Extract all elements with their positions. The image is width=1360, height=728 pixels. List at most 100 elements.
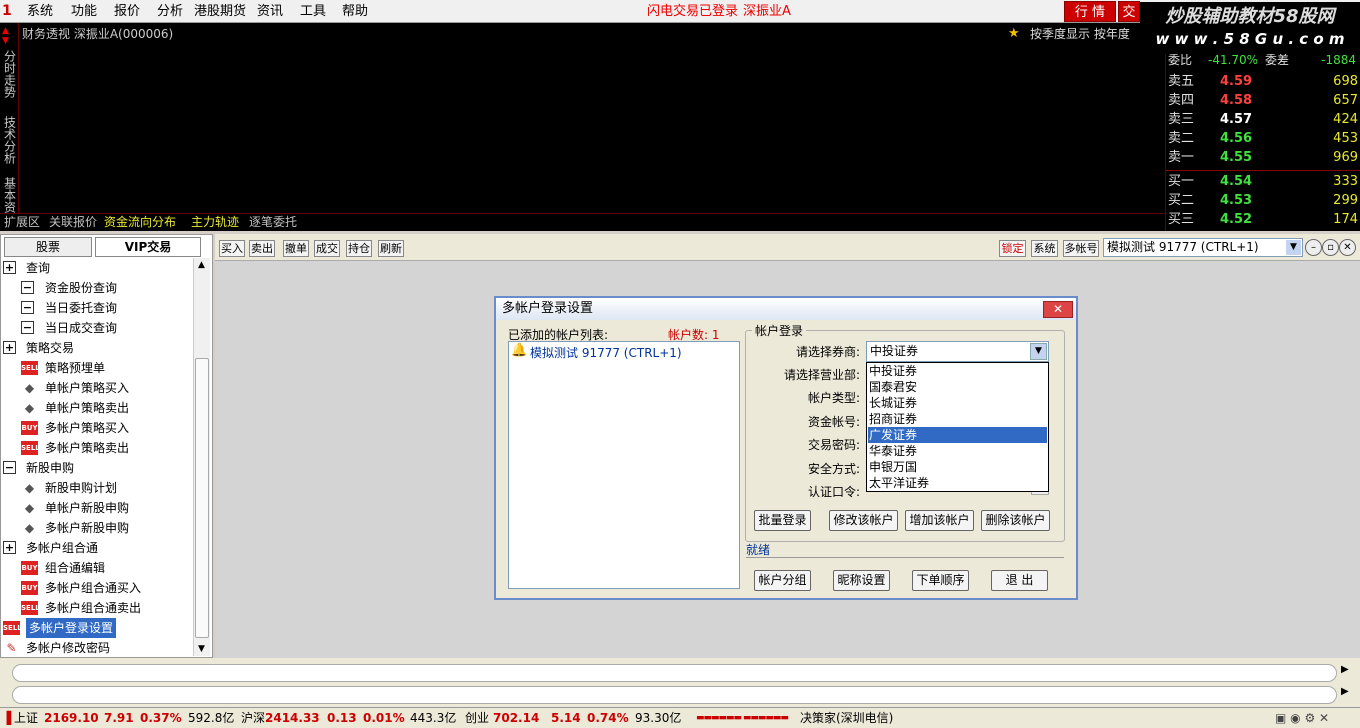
menu-news[interactable]: 资讯 — [257, 3, 283, 21]
tree-item[interactable]: SELL 多帐户组合通卖出 — [3, 598, 191, 618]
orderbook-row[interactable]: 卖二 4.56 453 — [1168, 129, 1358, 148]
account-select[interactable]: 模拟测试 91777 (CTRL+1) ▼ — [1103, 238, 1303, 257]
tree-item[interactable]: BUY 多帐户策略买入 — [3, 418, 191, 438]
orderbook-row[interactable]: 卖四 4.58 657 — [1168, 91, 1358, 110]
menu-hk-futures[interactable]: 港股期货 — [194, 3, 246, 21]
orderbook-row[interactable]: 卖三 4.57 424 — [1168, 110, 1358, 129]
tree-item[interactable]: ✎ 多帐户修改密码 — [3, 638, 191, 658]
trade-mode-button[interactable]: 交 — [1118, 1, 1140, 22]
message-input-1[interactable] — [12, 664, 1337, 682]
tray-icons[interactable]: ▣ ◉ ⚙ ✕ — [1275, 708, 1329, 728]
edit-account-button[interactable]: 修改该帐户 — [829, 510, 898, 531]
scroll-right-icon-2[interactable]: ▶ — [1341, 686, 1349, 697]
tree-item[interactable]: ◆ 多帐户新股申购 — [3, 518, 191, 538]
delete-account-button[interactable]: 删除该帐户 — [981, 510, 1050, 531]
cancel-order-button[interactable]: 撤单 — [283, 240, 309, 257]
menu-function[interactable]: 功能 — [71, 3, 97, 21]
tree-item[interactable]: SELL 多帐户策略卖出 — [3, 438, 191, 458]
broker-option[interactable]: 招商证券 — [868, 411, 1047, 427]
tree-expander-icon[interactable]: + — [3, 261, 16, 274]
multi-account-button[interactable]: 多帐号 — [1063, 240, 1099, 257]
broker-select[interactable]: 中投证券 ▼ — [866, 341, 1049, 362]
tree-item[interactable]: BUY 组合通编辑 — [3, 558, 191, 578]
chevron-down-icon[interactable]: ▼ — [1286, 240, 1301, 255]
menu-tools[interactable]: 工具 — [300, 3, 326, 21]
account-group-button[interactable]: 帐户分组 — [754, 570, 811, 591]
tree-item[interactable]: ◆ 单帐户新股申购 — [3, 498, 191, 518]
tab-main-force[interactable]: 主力轨迹 — [191, 214, 239, 230]
tree-item[interactable]: BUY 多帐户组合通买入 — [3, 578, 191, 598]
season-display-toggle[interactable]: 按季度显示 按年度 — [1030, 26, 1130, 42]
tree-item[interactable]: + 多帐户组合通 — [3, 538, 191, 558]
tree-scrollbar[interactable]: ▲ ▼ — [193, 258, 210, 656]
broker-option[interactable]: 中投证券 — [868, 363, 1047, 379]
exit-button[interactable]: 退 出 — [991, 570, 1048, 591]
tab-extension[interactable]: 扩展区 — [4, 214, 40, 230]
nickname-button[interactable]: 昵称设置 — [833, 570, 890, 591]
dialog-close-icon[interactable]: ✕ — [1043, 301, 1073, 318]
deals-button[interactable]: 成交 — [314, 240, 340, 257]
tree-item[interactable]: ◆ 单帐户策略卖出 — [3, 398, 191, 418]
order-sequence-button[interactable]: 下单顺序 — [912, 570, 969, 591]
refresh-button[interactable]: 刷新 — [378, 240, 404, 257]
restore-icon[interactable]: ▫ — [1322, 239, 1339, 256]
broker-option[interactable]: 国泰君安 — [868, 379, 1047, 395]
account-list-item[interactable]: 模拟测试 91777 (CTRL+1) — [530, 344, 682, 361]
tree-item[interactable]: SELL 策略预埋单 — [3, 358, 191, 378]
vtab-fundamental[interactable]: 基本资 — [1, 177, 17, 213]
tree-item[interactable]: SELL 多帐户登录设置 — [3, 618, 191, 638]
tree-item[interactable]: ◆ 单帐户策略买入 — [3, 378, 191, 398]
tab-stock[interactable]: 股票 — [4, 237, 92, 257]
tree-expander-icon[interactable]: − — [21, 281, 34, 294]
broker-chevron-down-icon[interactable]: ▼ — [1030, 343, 1047, 360]
vtab-technical[interactable]: 技术分析 — [1, 116, 17, 167]
collapse-arrows-icon[interactable]: ▲ ▼ — [2, 26, 9, 46]
menu-analysis[interactable]: 分析 — [157, 3, 183, 21]
orderbook-row[interactable]: 卖一 4.55 969 — [1168, 148, 1358, 167]
tree-item[interactable]: ◆ 新股申购计划 — [3, 478, 191, 498]
tree-expander-icon[interactable]: − — [21, 301, 34, 314]
orderbook-row[interactable]: 买一 4.54 333 — [1168, 172, 1358, 191]
tree-expander-icon[interactable]: + — [3, 341, 16, 354]
batch-login-button[interactable]: 批量登录 — [754, 510, 811, 531]
tree-item[interactable]: − 当日委托查询 — [3, 298, 191, 318]
tab-tick-orders[interactable]: 逐笔委托 — [249, 214, 297, 230]
tree-item[interactable]: − 资金股份查询 — [3, 278, 191, 298]
sell-button[interactable]: 卖出 — [249, 240, 275, 257]
tab-related-quote[interactable]: 关联报价 — [49, 214, 97, 230]
tree-expander-icon[interactable]: − — [3, 461, 16, 474]
menu-system[interactable]: 系统 — [27, 3, 53, 21]
menu-quote[interactable]: 报价 — [114, 3, 140, 21]
quote-mode-button[interactable]: 行 情 — [1064, 1, 1116, 22]
broker-option[interactable]: 太平洋证券 — [868, 475, 1047, 491]
scroll-down-icon[interactable]: ▼ — [198, 644, 205, 654]
account-list[interactable] — [508, 341, 740, 589]
message-input-2[interactable] — [12, 686, 1337, 704]
orderbook-row[interactable]: 买三 4.52 174 — [1168, 210, 1358, 229]
minimize-icon[interactable]: – — [1305, 239, 1322, 256]
buy-button[interactable]: 买入 — [219, 240, 245, 257]
scroll-thumb[interactable] — [195, 358, 209, 638]
tree-expander-icon[interactable]: + — [3, 541, 16, 554]
tab-fund-flow[interactable]: 资金流向分布 — [104, 214, 176, 230]
positions-button[interactable]: 持仓 — [346, 240, 372, 257]
menu-help[interactable]: 帮助 — [342, 3, 368, 21]
vtab-intraday[interactable]: 分时走势 — [1, 50, 17, 101]
broker-option[interactable]: 长城证券 — [868, 395, 1047, 411]
lock-button[interactable]: 锁定 — [999, 240, 1026, 257]
orderbook-row[interactable]: 买二 4.53 299 — [1168, 191, 1358, 210]
broker-option[interactable]: 申银万国 — [868, 459, 1047, 475]
scroll-up-icon[interactable]: ▲ — [198, 260, 205, 270]
orderbook-row[interactable]: 卖五 4.59 698 — [1168, 72, 1358, 91]
tree-item[interactable]: − 当日成交查询 — [3, 318, 191, 338]
scroll-right-icon[interactable]: ▶ — [1341, 664, 1349, 675]
broker-option[interactable]: 华泰证券 — [868, 443, 1047, 459]
broker-option[interactable]: 广发证券 — [868, 427, 1047, 443]
tree-expander-icon[interactable]: − — [21, 321, 34, 334]
tree-item[interactable]: + 策略交易 — [3, 338, 191, 358]
tree-item[interactable]: + 查询 — [3, 258, 191, 278]
system-button[interactable]: 系统 — [1031, 240, 1058, 257]
close-icon[interactable]: ✕ — [1339, 239, 1356, 256]
tab-vip-trade[interactable]: VIP交易 — [95, 237, 201, 257]
tree-item[interactable]: − 新股申购 — [3, 458, 191, 478]
